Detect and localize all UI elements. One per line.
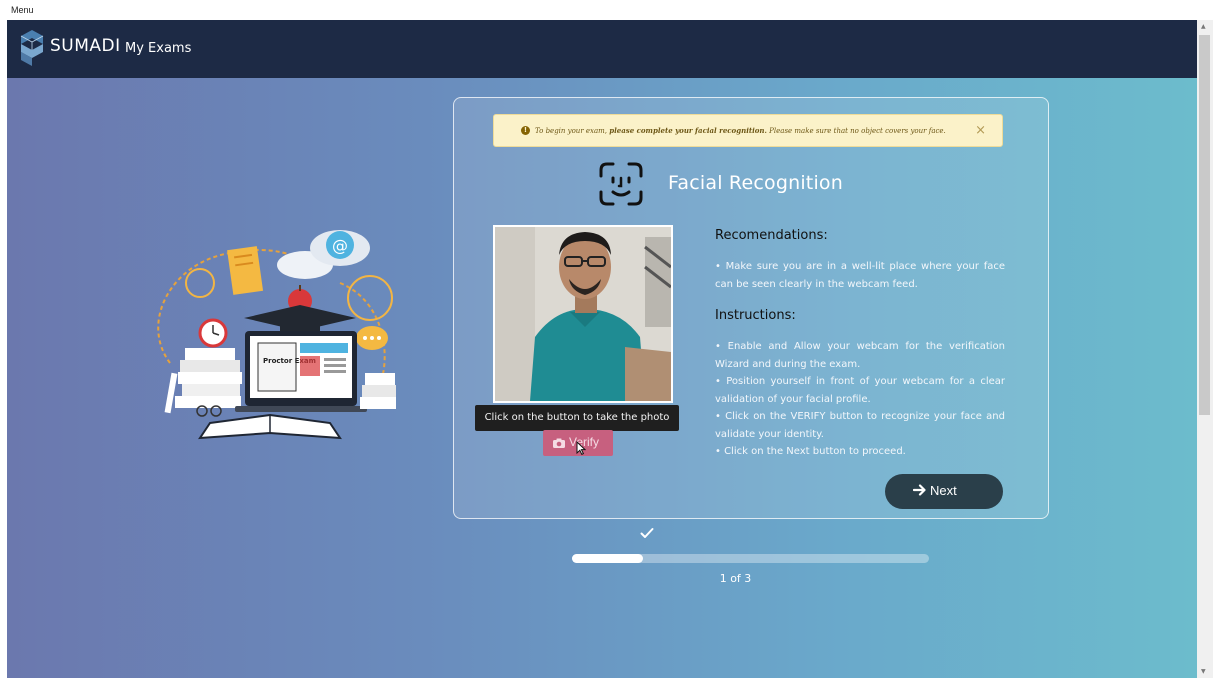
webcam-image xyxy=(495,227,671,401)
vertical-scrollbar[interactable]: ▲ ▼ xyxy=(1197,20,1213,678)
brand-name[interactable]: SUMADI xyxy=(50,36,121,56)
webcam-feed xyxy=(493,225,673,403)
main-content: @ Proctor Exam ! To begin your exam, ple… xyxy=(7,78,1197,678)
step-indicator: 1 of 3 xyxy=(719,572,752,585)
scroll-up-icon[interactable]: ▲ xyxy=(1201,23,1206,30)
close-icon[interactable]: × xyxy=(975,123,986,138)
info-icon: ! xyxy=(521,126,530,135)
next-label: Next xyxy=(930,483,957,498)
verify-tooltip: Click on the button to take the photo xyxy=(475,405,679,431)
face-scan-icon xyxy=(599,162,643,206)
mouse-cursor-icon xyxy=(576,441,586,455)
window-menu[interactable]: Menu xyxy=(0,0,1213,20)
nav-my-exams[interactable]: My Exams xyxy=(125,41,191,56)
instructions-heading: Instructions: xyxy=(715,308,796,323)
page-title: Facial Recognition xyxy=(668,172,843,194)
top-navbar: SUMADI My Exams xyxy=(7,20,1197,78)
facial-recognition-alert: ! To begin your exam, please complete yo… xyxy=(493,114,1003,147)
sumadi-logo-icon[interactable] xyxy=(19,28,45,68)
arrow-right-icon xyxy=(913,484,926,496)
camera-icon xyxy=(553,438,565,448)
verification-panel: ! To begin your exam, please complete yo… xyxy=(453,97,1049,519)
exam-illustration: @ Proctor Exam xyxy=(157,230,396,440)
alert-text: To begin your exam, please complete your… xyxy=(535,126,946,135)
progress-bar xyxy=(572,554,929,563)
check-icon xyxy=(640,528,654,538)
svg-text:@: @ xyxy=(332,236,348,255)
instructions-text: • Enable and Allow your webcam for the v… xyxy=(715,341,1005,457)
next-button[interactable]: Next xyxy=(885,474,1003,509)
recommendations-heading: Recomendations: xyxy=(715,228,828,243)
scroll-thumb[interactable] xyxy=(1199,35,1210,415)
progress-fill xyxy=(572,554,644,563)
recommendations-text: • Make sure you are in a well-lit place … xyxy=(715,261,1005,290)
scroll-down-icon[interactable]: ▼ xyxy=(1201,668,1206,675)
